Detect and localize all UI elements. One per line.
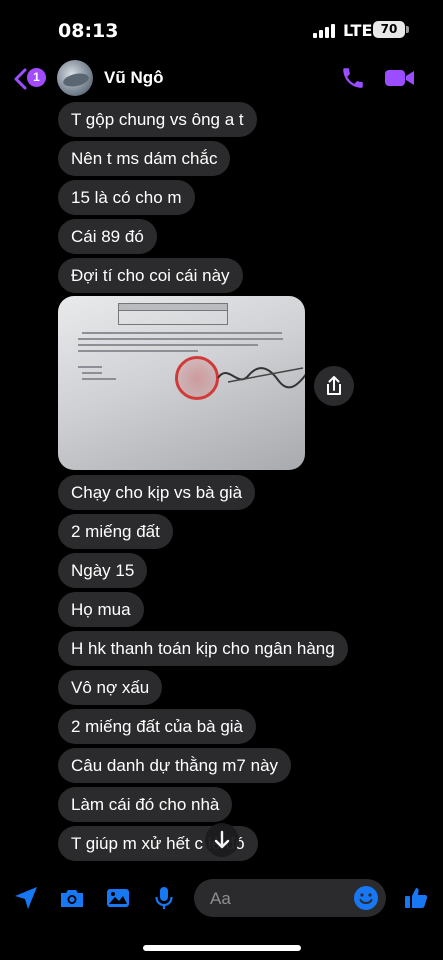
phone-icon[interactable] <box>340 65 366 91</box>
message-bubble[interactable]: Làm cái đó cho nhà <box>58 787 233 822</box>
message-bubble[interactable]: Ngày 15 <box>58 553 148 588</box>
message-bubble[interactable]: H hk thanh toán kịp cho ngân hàng <box>58 631 348 666</box>
message-bubble[interactable]: 2 miếng đất <box>58 514 173 549</box>
message-bubble[interactable]: Họ mua <box>58 592 144 627</box>
microphone-icon[interactable] <box>150 884 178 912</box>
status-bar: 08:13 LTE 70 <box>0 0 443 60</box>
composer-bar: Aa <box>0 870 443 928</box>
message-bubble[interactable]: Chạy cho kịp vs bà già <box>58 475 256 510</box>
network-type: LTE <box>343 21 373 40</box>
document-table <box>118 303 228 325</box>
signal-strength-icon <box>313 24 337 38</box>
unread-badge[interactable]: 1 <box>27 68 46 87</box>
message-input[interactable]: Aa <box>194 879 386 917</box>
emoji-icon[interactable] <box>352 884 380 912</box>
image-icon[interactable] <box>104 884 132 912</box>
status-time: 08:13 <box>58 20 119 42</box>
avatar[interactable] <box>57 60 93 96</box>
scroll-to-bottom-button[interactable] <box>205 823 239 857</box>
message-bubble[interactable]: Nên t ms dám chắc <box>58 141 231 176</box>
message-bubble[interactable]: T gộp chung vs ông a t <box>58 102 257 137</box>
chat-header: 1 Vũ Ngô <box>0 56 443 100</box>
arrow-down-icon <box>214 830 230 849</box>
image-attachment[interactable] <box>58 296 305 470</box>
message-list[interactable]: T gộp chung vs ông a t Nên t ms dám chắc… <box>0 100 443 865</box>
message-bubble[interactable]: Vô nợ xấu <box>58 670 163 705</box>
message-bubble[interactable]: Cái 89 đó <box>58 219 157 254</box>
thumbs-up-icon[interactable] <box>402 884 430 912</box>
share-icon <box>327 376 341 395</box>
message-bubble[interactable]: Đợi tí cho coi cái này <box>58 258 243 293</box>
message-input-placeholder: Aa <box>210 889 231 908</box>
home-indicator[interactable] <box>143 945 301 951</box>
message-bubble[interactable]: Câu danh dự thằng m7 này <box>58 748 292 783</box>
battery-icon: 70 <box>373 21 405 38</box>
video-camera-icon[interactable] <box>384 66 416 90</box>
camera-icon[interactable] <box>58 884 86 912</box>
contact-name[interactable]: Vũ Ngô <box>104 68 164 88</box>
message-bubble[interactable]: 2 miếng đất của bà già <box>58 709 257 744</box>
message-bubble[interactable]: 15 là có cho m <box>58 180 195 215</box>
signature <box>217 367 305 389</box>
share-button[interactable] <box>314 366 354 406</box>
location-arrow-icon[interactable] <box>12 884 40 912</box>
battery-tip <box>406 26 409 33</box>
